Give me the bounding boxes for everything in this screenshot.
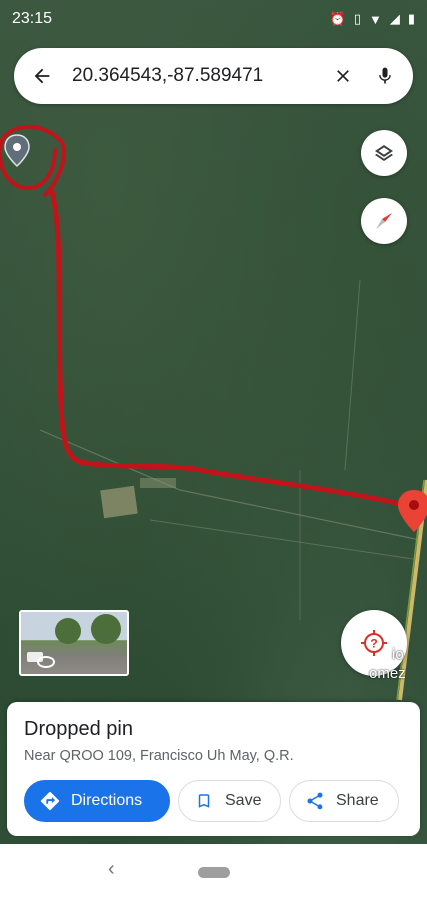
directions-label: Directions — [71, 792, 143, 809]
place-label-line1: io — [392, 646, 404, 663]
location-unknown-icon: ? — [361, 630, 387, 656]
microphone-icon[interactable] — [371, 62, 399, 90]
compass-icon — [376, 213, 392, 229]
svg-text:?: ? — [370, 637, 377, 651]
signal-icon: ◢ — [389, 11, 400, 26]
place-title: Dropped pin — [24, 718, 133, 740]
battery-icon: ▮ — [407, 11, 415, 26]
layers-icon — [375, 145, 393, 161]
place-sheet[interactable]: Dropped pin Near QROO 109, Francisco Uh … — [7, 702, 420, 836]
status-time: 23:15 — [12, 10, 53, 27]
share-label: Share — [336, 792, 379, 809]
nav-home-pill[interactable] — [197, 866, 230, 878]
directions-button[interactable]: Directions — [24, 780, 170, 822]
layers-button[interactable] — [361, 130, 407, 176]
save-button[interactable]: Save — [178, 780, 281, 822]
save-label: Save — [225, 792, 262, 809]
share-button[interactable]: Share — [289, 780, 399, 822]
vibrate-icon: ▯ — [353, 11, 361, 26]
directions-icon — [39, 790, 61, 812]
wifi-icon: ▼ — [368, 11, 382, 27]
status-bar: 23:15 ⏰ ▯ ▼ ◢ ▮ — [0, 0, 427, 38]
360-rotate-icon — [37, 656, 55, 668]
system-nav-bar: ‹ — [0, 844, 427, 900]
back-arrow-icon[interactable] — [28, 62, 56, 90]
bookmark-icon — [193, 790, 215, 812]
street-view-thumbnail[interactable] — [19, 610, 129, 676]
nav-back-icon[interactable]: ‹ — [108, 858, 115, 881]
place-address: Near QROO 109, Francisco Uh May, Q.R. — [24, 748, 294, 764]
place-label-line2: omez — [369, 665, 406, 682]
compass-button[interactable] — [361, 198, 407, 244]
grey-marker-icon — [4, 134, 30, 168]
alarm-icon: ⏰ — [329, 11, 346, 26]
search-input[interactable]: 20.364543,-87.589471 — [72, 65, 315, 87]
search-bar[interactable]: 20.364543,-87.589471 — [14, 48, 413, 104]
share-icon — [304, 790, 326, 812]
clear-icon[interactable] — [329, 62, 357, 90]
